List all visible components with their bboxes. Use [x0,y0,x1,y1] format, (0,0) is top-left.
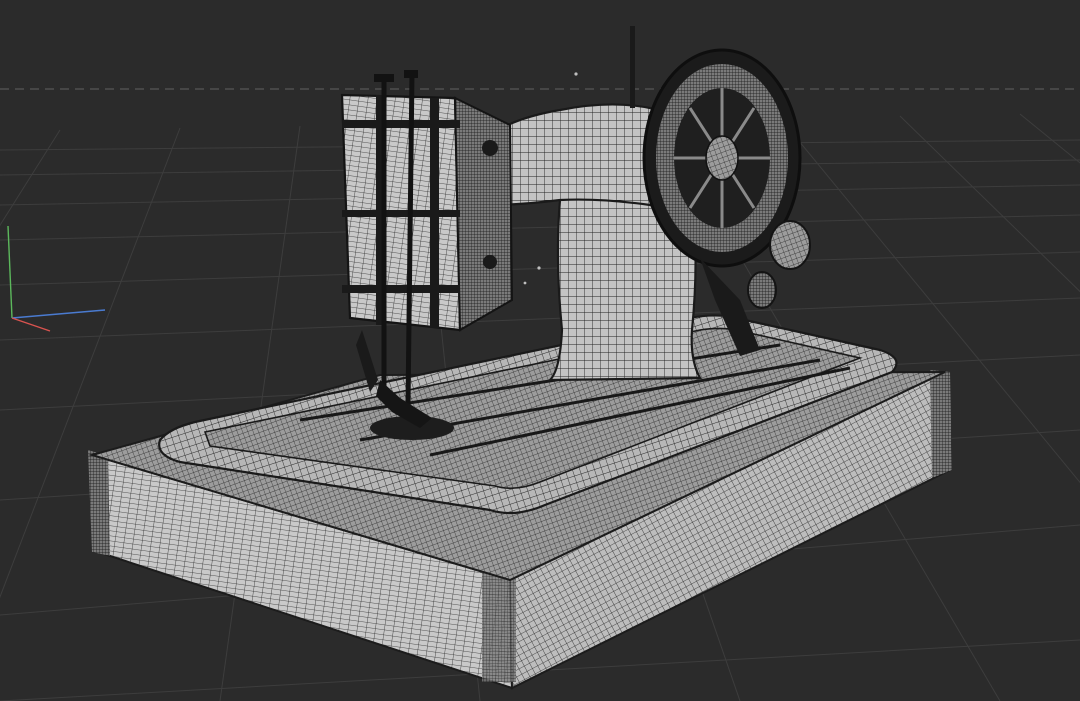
tension-knob [482,140,498,156]
base-corner-seam [482,570,516,682]
spool-pin [630,26,635,108]
stitch-lever [483,255,497,269]
base-right-edge [930,370,952,478]
head-side [453,96,514,332]
3d-viewport[interactable] [0,0,1080,701]
